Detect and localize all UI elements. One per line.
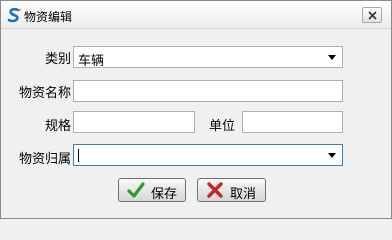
- x-icon: [207, 182, 223, 198]
- cancel-button[interactable]: 取消: [197, 178, 266, 202]
- chevron-down-icon[interactable]: [328, 55, 336, 60]
- material-edit-dialog: 物资编辑 类别 车辆 物资名称 规格 单位 物资归属 保存 取消: [0, 0, 392, 219]
- spec-label: 规格: [44, 119, 71, 134]
- unit-label: 单位: [208, 119, 235, 134]
- category-select[interactable]: 车辆: [73, 46, 343, 69]
- checkmark-icon: [127, 182, 145, 198]
- save-button-label: 保存: [151, 187, 178, 202]
- text-caret: [78, 149, 79, 162]
- category-label: 类别: [44, 52, 71, 67]
- save-button[interactable]: 保存: [118, 178, 186, 202]
- app-s-logo-icon: [7, 7, 22, 23]
- material-name-field[interactable]: [73, 80, 343, 102]
- unit-field[interactable]: [242, 111, 343, 133]
- material-name-label: 物资名称: [18, 86, 71, 101]
- close-icon: [368, 11, 377, 20]
- cancel-button-label: 取消: [230, 187, 257, 202]
- ownership-select[interactable]: [73, 144, 343, 166]
- title-bar[interactable]: 物资编辑: [1, 1, 391, 29]
- ownership-label: 物资归属: [18, 152, 71, 167]
- category-value: 车辆: [78, 54, 105, 69]
- close-button[interactable]: [362, 7, 382, 23]
- window-title: 物资编辑: [24, 10, 73, 24]
- chevron-down-icon[interactable]: [328, 153, 336, 158]
